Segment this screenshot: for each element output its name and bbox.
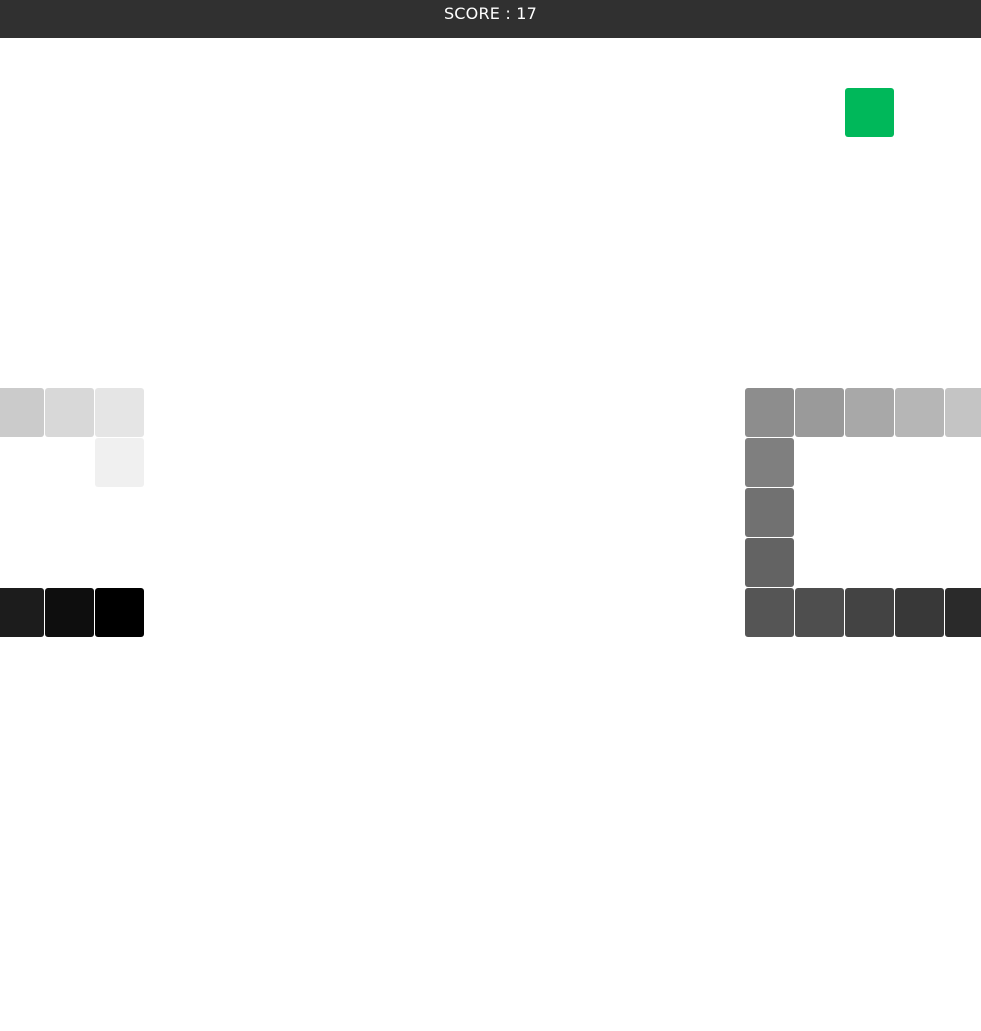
snake-segment bbox=[845, 388, 894, 437]
snake-segment bbox=[745, 388, 794, 437]
snake-segment bbox=[845, 588, 894, 637]
score-display: SCORE : 17 bbox=[443, 4, 538, 23]
snake-segment bbox=[95, 438, 144, 487]
snake-segment bbox=[945, 588, 981, 637]
snake-segment bbox=[895, 388, 944, 437]
snake-segment bbox=[745, 488, 794, 537]
snake-segment bbox=[45, 588, 94, 637]
snake-segment bbox=[745, 438, 794, 487]
snake-head bbox=[95, 588, 144, 637]
snake-segment bbox=[945, 388, 981, 437]
score-bar: SCORE : 17 bbox=[0, 0, 981, 38]
snake-segment bbox=[745, 588, 794, 637]
snake-segment bbox=[895, 588, 944, 637]
snake-segment bbox=[795, 588, 844, 637]
food-pellet bbox=[845, 88, 894, 137]
game-board[interactable] bbox=[0, 38, 981, 1031]
snake-segment bbox=[95, 388, 144, 437]
snake-segment bbox=[0, 588, 44, 637]
snake-segment bbox=[45, 388, 94, 437]
snake-segment bbox=[0, 388, 44, 437]
snake-segment bbox=[745, 538, 794, 587]
snake-segment bbox=[795, 388, 844, 437]
